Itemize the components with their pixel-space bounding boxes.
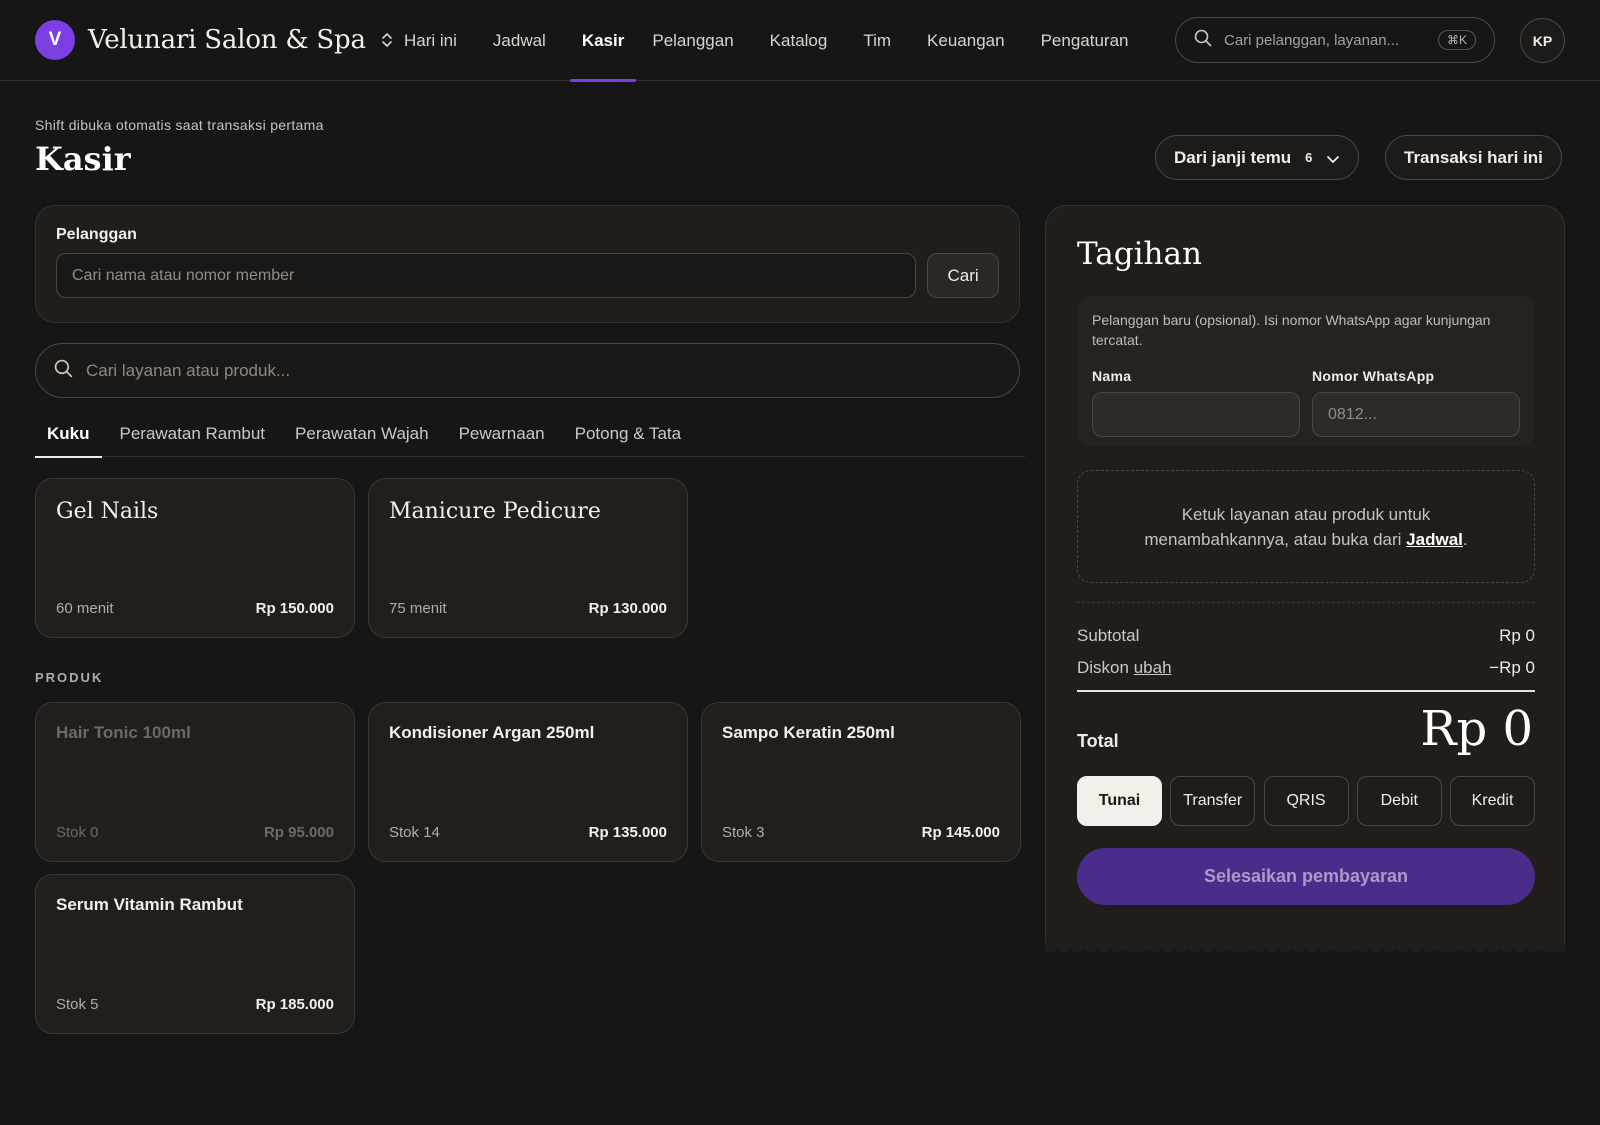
top-navigation-bar: V Velunari Salon & Spa Hari ini Jadwal K… bbox=[0, 0, 1600, 82]
chevron-up-down-icon[interactable] bbox=[380, 30, 394, 50]
product-tile[interactable]: Sampo Keratin 250ml Stok 3 Rp 145.000 bbox=[701, 702, 1021, 862]
shift-note: Shift dibuka otomatis saat transaksi per… bbox=[35, 117, 324, 133]
product-price: Rp 135.000 bbox=[588, 824, 667, 841]
tab-perawatan-wajah[interactable]: Perawatan Wajah bbox=[295, 410, 429, 457]
empty-bill-hint-end: . bbox=[1462, 529, 1468, 549]
name-field-label: Nama bbox=[1092, 368, 1132, 384]
product-stock: Stok 0 bbox=[56, 824, 99, 841]
payment-method-debit[interactable]: Debit bbox=[1356, 776, 1442, 826]
product-stock: Stok 3 bbox=[722, 824, 765, 841]
today-transactions-button[interactable]: Transaksi hari ini bbox=[1385, 135, 1562, 180]
brand-name: Velunari Salon & Spa bbox=[88, 25, 366, 55]
from-appointments-button[interactable]: Dari janji temu 6 bbox=[1155, 135, 1360, 180]
product-stock: Stok 5 bbox=[56, 996, 99, 1013]
product-price: Rp 185.000 bbox=[255, 996, 334, 1013]
divider bbox=[1077, 602, 1535, 603]
payment-method-kredit[interactable]: Kredit bbox=[1450, 776, 1535, 826]
chevron-down-icon bbox=[1326, 151, 1340, 165]
tab-pewarnaan[interactable]: Pewarnaan bbox=[459, 410, 545, 457]
subtotal-row: Subtotal Rp 0 bbox=[1077, 626, 1535, 646]
tab-kuku[interactable]: Kuku bbox=[35, 410, 102, 458]
service-price: Rp 130.000 bbox=[588, 600, 667, 617]
divider bbox=[1077, 690, 1535, 692]
customer-search-button[interactable]: Cari bbox=[927, 253, 999, 298]
page-title: Kasir bbox=[35, 140, 131, 178]
discount-row: Diskon ubah −Rp 0 bbox=[1077, 658, 1535, 678]
product-name: Sampo Keratin 250ml bbox=[722, 723, 895, 742]
empty-bill-hint: Ketuk layanan atau produk untuk menambah… bbox=[1077, 470, 1535, 583]
subtotal-value: Rp 0 bbox=[1499, 626, 1535, 645]
product-tile: Hair Tonic 100ml Stok 0 Rp 95.000 bbox=[35, 702, 355, 862]
search-icon bbox=[1194, 29, 1212, 52]
edit-discount-link[interactable]: ubah bbox=[1134, 658, 1172, 677]
nav-item-tim[interactable]: Tim bbox=[863, 0, 899, 81]
nav-item-jadwal[interactable]: Jadwal bbox=[493, 0, 554, 81]
customer-card: Pelanggan Cari nama atau nomor member Ca… bbox=[35, 205, 1020, 323]
discount-label: Diskon bbox=[1077, 658, 1129, 677]
brand-logo: V bbox=[35, 20, 75, 60]
bill-panel: Tagihan Pelanggan baru (opsional). Isi n… bbox=[1045, 205, 1565, 950]
receipt-torn-edge bbox=[1045, 943, 1565, 953]
product-tile[interactable]: Kondisioner Argan 250ml Stok 14 Rp 135.0… bbox=[368, 702, 688, 862]
total-value: Rp 0 bbox=[1420, 701, 1533, 757]
total-label: Total bbox=[1077, 731, 1119, 751]
product-name: Serum Vitamin Rambut bbox=[56, 895, 243, 914]
products-section-label: PRODUK bbox=[35, 670, 104, 685]
nav-item-pengaturan[interactable]: Pengaturan bbox=[1041, 0, 1137, 81]
product-name: Hair Tonic 100ml bbox=[56, 723, 191, 742]
finish-payment-button[interactable]: Selesaikan pembayaran bbox=[1077, 848, 1535, 905]
schedule-link[interactable]: Jadwal bbox=[1406, 530, 1463, 549]
payment-method-qris[interactable]: QRIS bbox=[1263, 776, 1349, 826]
product-tile[interactable]: Serum Vitamin Rambut Stok 5 Rp 185.000 bbox=[35, 874, 355, 1034]
payment-method-group: Tunai Transfer QRIS Debit Kredit bbox=[1077, 776, 1535, 826]
service-price: Rp 150.000 bbox=[255, 600, 334, 617]
payment-method-transfer[interactable]: Transfer bbox=[1170, 776, 1256, 826]
tab-perawatan-rambut[interactable]: Perawatan Rambut bbox=[120, 410, 266, 457]
tab-potong-tata[interactable]: Potong & Tata bbox=[575, 410, 682, 457]
nav-item-kasir[interactable]: Kasir bbox=[569, 0, 637, 82]
category-tabs: Kuku Perawatan Rambut Perawatan Wajah Pe… bbox=[35, 410, 1025, 458]
nav-item-pelanggan[interactable]: Pelanggan bbox=[652, 0, 741, 81]
keyboard-shortcut-badge: ⌘K bbox=[1437, 30, 1476, 50]
product-stock: Stok 14 bbox=[389, 824, 440, 841]
discount-value: −Rp 0 bbox=[1489, 658, 1535, 677]
service-tile[interactable]: Manicure Pedicure 75 menit Rp 130.000 bbox=[368, 478, 688, 638]
new-customer-box: Pelanggan baru (opsional). Isi nomor Wha… bbox=[1077, 296, 1535, 446]
appointments-count-badge: 6 bbox=[1305, 150, 1313, 165]
product-price: Rp 145.000 bbox=[921, 824, 1000, 841]
whatsapp-field-label: Nomor WhatsApp bbox=[1312, 368, 1435, 384]
nav-item-keuangan[interactable]: Keuangan bbox=[927, 0, 1013, 81]
nav-item-katalog[interactable]: Katalog bbox=[770, 0, 836, 81]
search-icon bbox=[54, 359, 73, 383]
service-name: Manicure Pedicure bbox=[389, 499, 601, 524]
global-search-placeholder: Cari pelanggan, layanan... bbox=[1224, 31, 1400, 49]
name-field[interactable] bbox=[1092, 392, 1300, 437]
nav-item-hari-ini[interactable]: Hari ini bbox=[404, 0, 465, 81]
main-nav: Hari ini Jadwal Kasir Pelanggan Katalog … bbox=[404, 0, 1164, 82]
global-search-input[interactable]: Cari pelanggan, layanan... ⌘K bbox=[1175, 17, 1495, 63]
new-customer-note: Pelanggan baru (opsional). Isi nomor Wha… bbox=[1092, 312, 1491, 348]
user-avatar[interactable]: KP bbox=[1520, 18, 1565, 63]
from-appointments-label: Dari janji temu bbox=[1174, 147, 1292, 167]
service-name: Gel Nails bbox=[56, 499, 159, 524]
brand-switcher[interactable]: V Velunari Salon & Spa bbox=[35, 20, 394, 60]
service-tile[interactable]: Gel Nails 60 menit Rp 150.000 bbox=[35, 478, 355, 638]
product-price: Rp 95.000 bbox=[263, 824, 334, 841]
customer-label: Pelanggan bbox=[56, 226, 137, 243]
subtotal-label: Subtotal bbox=[1077, 626, 1140, 645]
empty-bill-hint-text: Ketuk layanan atau produk untuk menambah… bbox=[1144, 504, 1431, 549]
product-name: Kondisioner Argan 250ml bbox=[389, 723, 595, 742]
catalog-search-input[interactable]: Cari layanan atau produk... bbox=[35, 343, 1020, 398]
payment-method-tunai[interactable]: Tunai bbox=[1077, 776, 1162, 826]
service-duration: 75 menit bbox=[389, 600, 447, 617]
whatsapp-field[interactable]: 0812... bbox=[1312, 392, 1520, 437]
customer-search-input[interactable]: Cari nama atau nomor member bbox=[56, 253, 917, 298]
bill-title: Tagihan bbox=[1077, 236, 1202, 272]
catalog-search-placeholder: Cari layanan atau produk... bbox=[86, 360, 291, 380]
service-duration: 60 menit bbox=[56, 600, 114, 617]
